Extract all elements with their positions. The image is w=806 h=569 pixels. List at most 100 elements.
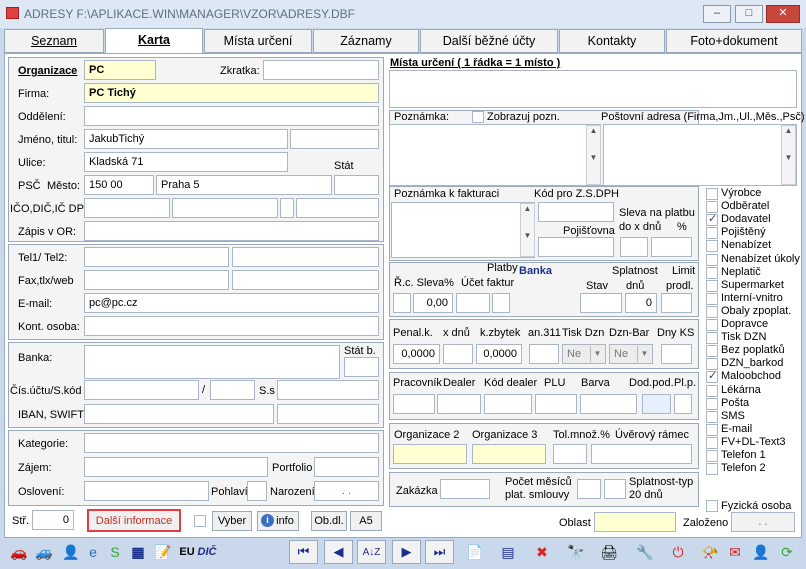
- swift-field[interactable]: [277, 404, 379, 424]
- skype-icon[interactable]: S: [104, 540, 126, 564]
- poznamka-scrollbar[interactable]: ▲ ▼: [586, 125, 601, 185]
- tab-foto-dokument[interactable]: Foto+dokument: [666, 29, 802, 53]
- sort-button[interactable]: A↓Z: [357, 540, 386, 564]
- delete-record-icon[interactable]: ✖: [531, 540, 553, 564]
- zajem-field[interactable]: [84, 457, 268, 477]
- kategorie-field[interactable]: [84, 433, 379, 453]
- tools-icon[interactable]: 🔧: [634, 540, 656, 564]
- tolmnoz-field[interactable]: [553, 444, 587, 464]
- eu-icon[interactable]: EU: [176, 540, 198, 564]
- titul-field[interactable]: [290, 129, 379, 149]
- penal-field[interactable]: 0,0000: [393, 344, 440, 364]
- plu-field[interactable]: [535, 394, 577, 414]
- checklist-checkbox[interactable]: [706, 436, 718, 449]
- firma-field[interactable]: PC Tichý: [84, 83, 379, 103]
- car-icon[interactable]: 🚗: [8, 540, 30, 564]
- pl-p-field[interactable]: [674, 394, 692, 414]
- splatnost-typ-field[interactable]: [604, 479, 626, 499]
- checklist-checkbox[interactable]: [706, 345, 718, 358]
- edit-record-icon[interactable]: ▤: [497, 540, 519, 564]
- banka-field[interactable]: [84, 345, 340, 379]
- search-binoculars-icon[interactable]: 🔭: [565, 540, 587, 564]
- post-horn-icon[interactable]: 📯: [699, 540, 721, 564]
- web-field[interactable]: [232, 270, 379, 290]
- tab-seznam[interactable]: Seznam: [4, 29, 104, 53]
- ucet-faktur-field[interactable]: [456, 293, 490, 313]
- ie-icon[interactable]: e: [82, 540, 104, 564]
- first-record-button[interactable]: ⏮: [289, 540, 318, 564]
- dic-prefix-field[interactable]: [280, 198, 294, 218]
- refresh-icon[interactable]: ⟳: [776, 540, 798, 564]
- tab-mista-urceni[interactable]: Místa určení: [204, 29, 312, 53]
- edit-doc-icon[interactable]: 📝: [152, 540, 174, 564]
- kodpro-field[interactable]: [538, 202, 614, 222]
- poznfakt-scrollbar[interactable]: ▲ ▼: [520, 203, 535, 257]
- pocet-field[interactable]: [577, 479, 601, 499]
- dzn-bar-select[interactable]: Ne ▼: [609, 344, 653, 364]
- ico-field[interactable]: [84, 198, 170, 218]
- a5-button[interactable]: A5: [350, 511, 382, 531]
- checklist-checkbox[interactable]: [706, 227, 718, 240]
- pohlavi-field[interactable]: [247, 481, 267, 501]
- tab-kontakty[interactable]: Kontakty: [559, 29, 665, 53]
- stav-field[interactable]: [580, 293, 622, 313]
- zobrazuj-checkbox[interactable]: [472, 111, 484, 123]
- obdl-button[interactable]: Ob.dl.: [311, 511, 347, 531]
- str-field[interactable]: 0: [32, 510, 74, 530]
- jmeno-field[interactable]: JakubTichý: [84, 129, 288, 149]
- checklist-checkbox[interactable]: [706, 266, 718, 279]
- checklist-checkbox[interactable]: [706, 319, 718, 331]
- skod-field[interactable]: [210, 380, 255, 400]
- minimize-button[interactable]: –: [703, 5, 731, 23]
- checklist-checkbox[interactable]: [706, 450, 718, 462]
- icdph-field[interactable]: [296, 198, 379, 218]
- poznfakt-field[interactable]: [391, 202, 535, 258]
- tab-zaznamy[interactable]: Záznamy: [313, 29, 419, 53]
- checklist-checkbox[interactable]: [706, 240, 718, 253]
- mail-icon[interactable]: ✉: [724, 540, 746, 564]
- organizace-field[interactable]: PC: [84, 60, 156, 80]
- person-icon[interactable]: 👤: [60, 540, 82, 564]
- tab-karta[interactable]: Karta: [105, 28, 203, 54]
- next-record-button[interactable]: ▶: [392, 540, 421, 564]
- portfolio-field[interactable]: [314, 457, 379, 477]
- checklist-checkbox[interactable]: [706, 369, 718, 384]
- dod-pod-field[interactable]: [642, 394, 671, 414]
- poznamka-field[interactable]: [389, 124, 601, 186]
- stat-field[interactable]: [334, 175, 379, 195]
- narozeni-field[interactable]: . .: [314, 481, 379, 501]
- mesto-field[interactable]: Praha 5: [156, 175, 332, 195]
- sleva-dnu-field[interactable]: [620, 237, 648, 257]
- dalsi-informace-button[interactable]: Další informace: [87, 509, 181, 532]
- ss-field[interactable]: [277, 380, 379, 400]
- checklist-checkbox[interactable]: [706, 305, 718, 318]
- dic-field[interactable]: [172, 198, 278, 218]
- zakazka-field[interactable]: [440, 479, 490, 499]
- psc-field[interactable]: 150 00: [84, 175, 154, 195]
- an311-field[interactable]: [529, 344, 559, 364]
- sleva-pct-field[interactable]: [651, 237, 692, 257]
- checklist-checkbox[interactable]: [706, 332, 718, 345]
- prev-record-button[interactable]: ◀: [324, 540, 353, 564]
- fax-field[interactable]: [84, 270, 229, 290]
- ulice-field[interactable]: Kladská 71: [84, 152, 288, 172]
- maximize-button[interactable]: □: [735, 5, 763, 23]
- checklist-checkbox[interactable]: [706, 212, 718, 227]
- zapis-field[interactable]: [84, 221, 379, 241]
- postovni-scrollbar[interactable]: ▲ ▼: [781, 125, 796, 185]
- ucet-field[interactable]: [84, 380, 199, 400]
- checklist-checkbox[interactable]: [706, 279, 718, 292]
- kont-field[interactable]: [84, 316, 379, 336]
- kod-dealer-field[interactable]: [484, 394, 532, 414]
- xdnu-field[interactable]: [443, 344, 473, 364]
- checklist-checkbox[interactable]: [706, 423, 718, 436]
- last-record-button[interactable]: ⏭: [425, 540, 454, 564]
- power-icon[interactable]: ⏻: [667, 540, 689, 564]
- limit-field[interactable]: [661, 293, 692, 313]
- tel1-field[interactable]: [84, 247, 229, 267]
- checklist-checkbox[interactable]: [706, 253, 718, 266]
- barva-field[interactable]: [580, 394, 637, 414]
- uverovy-field[interactable]: [591, 444, 692, 464]
- car2-icon[interactable]: 🚙: [33, 540, 55, 564]
- postovni-field[interactable]: [603, 124, 797, 186]
